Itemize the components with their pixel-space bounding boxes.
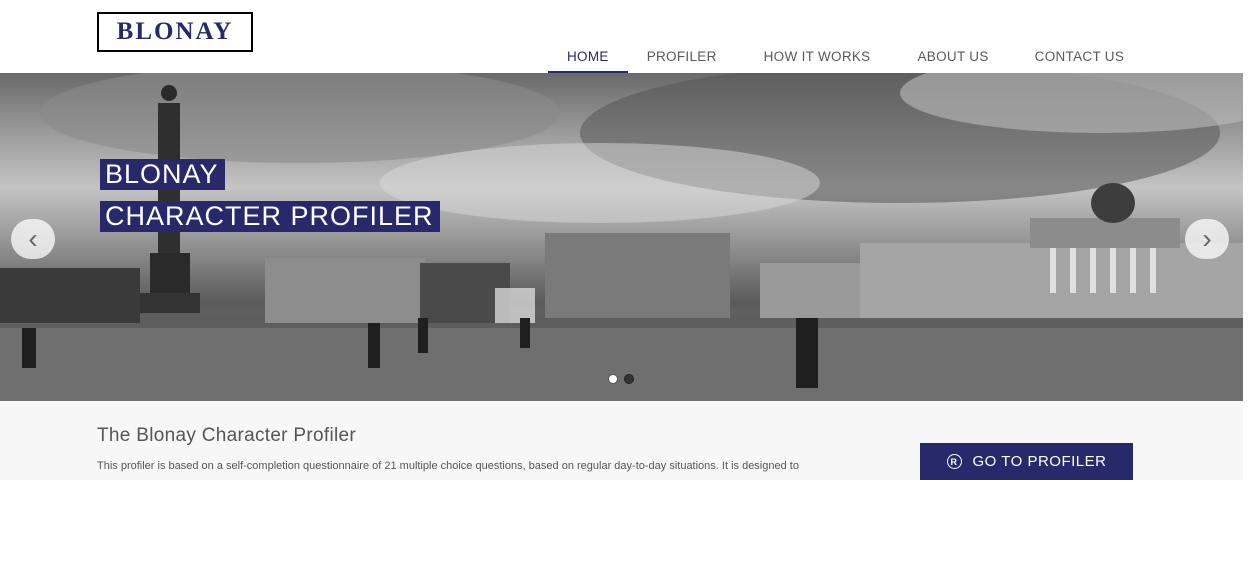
nav-item-contact-us[interactable]: CONTACT US: [1016, 43, 1144, 73]
main-nav: HOME PROFILER HOW IT WORKS ABOUT US CONT…: [548, 43, 1143, 73]
intro-section: The Blonay Character Profiler This profi…: [0, 401, 1243, 480]
intro-heading: The Blonay Character Profiler: [97, 425, 356, 446]
hero-title-line2: CHARACTER PROFILER: [100, 201, 440, 232]
nav-item-about-us[interactable]: ABOUT US: [898, 43, 1007, 73]
nav-item-how-it-works[interactable]: HOW IT WORKS: [745, 43, 890, 73]
intro-text: This profiler is based on a self-complet…: [97, 460, 799, 472]
go-to-profiler-label: GO TO PROFILER: [972, 453, 1107, 470]
chevron-right-icon: ›: [1202, 223, 1212, 254]
slider-dot-1[interactable]: [608, 374, 618, 384]
slider-dot-2[interactable]: [624, 374, 634, 384]
slider-next-button[interactable]: ›: [1185, 219, 1229, 259]
hero-photo: [0, 73, 1243, 401]
nav-item-profiler[interactable]: PROFILER: [628, 43, 736, 73]
logo[interactable]: BLONAY: [97, 12, 253, 52]
hero-title-line1: BLONAY: [100, 159, 225, 190]
nav-item-home[interactable]: HOME: [548, 43, 628, 73]
chevron-left-icon: ‹: [28, 223, 38, 254]
logo-text: BLONAY: [116, 18, 234, 45]
site-header: BLONAY HOME PROFILER HOW IT WORKS ABOUT …: [0, 0, 1243, 74]
slider-dots: [608, 374, 634, 384]
registered-icon: R: [946, 454, 962, 469]
go-to-profiler-button[interactable]: R GO TO PROFILER: [920, 443, 1133, 480]
hero-slider: BLONAY CHARACTER PROFILER ‹ ›: [0, 73, 1243, 401]
slider-prev-button[interactable]: ‹: [11, 219, 55, 259]
